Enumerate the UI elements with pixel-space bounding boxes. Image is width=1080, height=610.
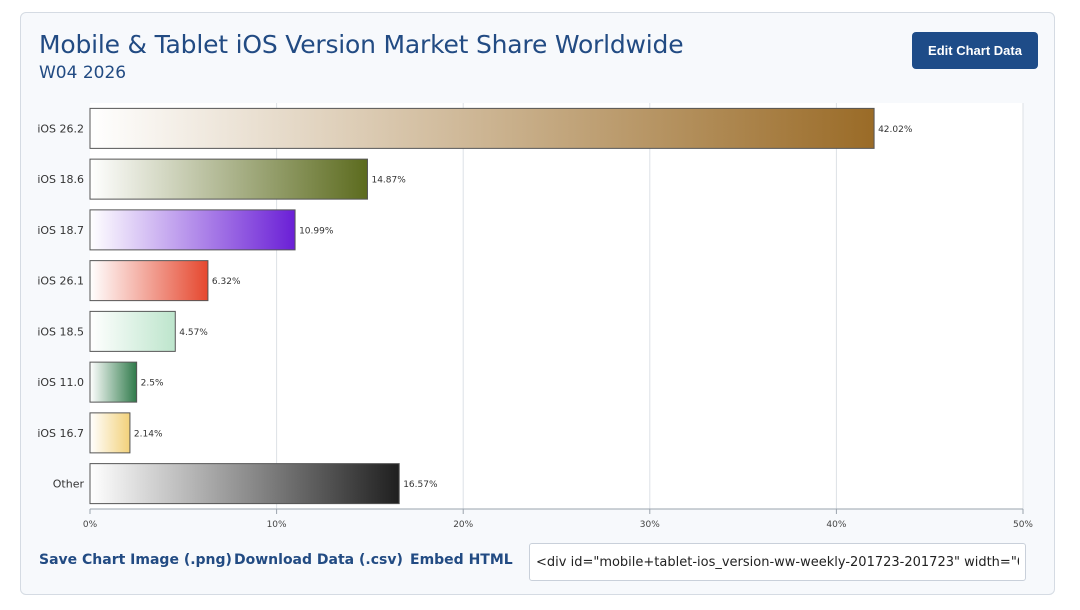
y-category-label: iOS 18.6 (37, 173, 84, 186)
bar-value-label: 16.57% (403, 480, 438, 490)
embed-html-input[interactable] (529, 543, 1026, 581)
y-category-label: iOS 16.7 (37, 427, 84, 440)
y-category-label: iOS 26.2 (37, 122, 84, 135)
bar-value-label: 10.99% (299, 226, 334, 236)
bar-value-label: 2.14% (134, 429, 163, 439)
bar-ios-18-7[interactable] (89, 209, 296, 251)
bar-value-label: 4.57% (179, 328, 208, 338)
y-category-label: iOS 26.1 (37, 275, 84, 288)
y-category-label: iOS 11.0 (37, 376, 84, 389)
x-tick-label: 20% (453, 520, 473, 530)
y-category-label: iOS 18.5 (37, 325, 84, 338)
bar-ios-11-0[interactable] (89, 361, 138, 403)
x-tick-label: 10% (267, 520, 287, 530)
bar-value-label: 6.32% (212, 277, 241, 287)
bar-ios-26-1[interactable] (89, 260, 209, 302)
embed-html-link[interactable]: Embed HTML (410, 552, 513, 568)
bar-other[interactable] (89, 463, 400, 505)
bar-ios-18-6[interactable] (89, 158, 368, 200)
download-data-link[interactable]: Download Data (.csv) (234, 552, 403, 568)
x-tick-label: 0% (83, 520, 98, 530)
bar-value-label: 2.5% (141, 379, 164, 389)
chart-card: Mobile & Tablet iOS Version Market Share… (20, 12, 1055, 595)
bar-ios-26-2[interactable] (89, 107, 875, 149)
y-category-label: Other (53, 478, 85, 491)
bar-ios-16-7[interactable] (89, 412, 131, 454)
y-category-label: iOS 18.7 (37, 224, 84, 237)
bar-value-label: 42.02% (878, 125, 913, 135)
bar-value-label: 14.87% (371, 176, 406, 186)
bar-chart: statcounter 42.02%iOS 26.214.87%iOS 18.6… (37, 103, 1033, 530)
x-tick-label: 40% (826, 520, 846, 530)
x-tick-label: 50% (1013, 520, 1033, 530)
x-tick-label: 30% (640, 520, 660, 530)
save-chart-image-link[interactable]: Save Chart Image (.png) (39, 552, 232, 568)
bar-ios-18-5[interactable] (89, 310, 176, 352)
